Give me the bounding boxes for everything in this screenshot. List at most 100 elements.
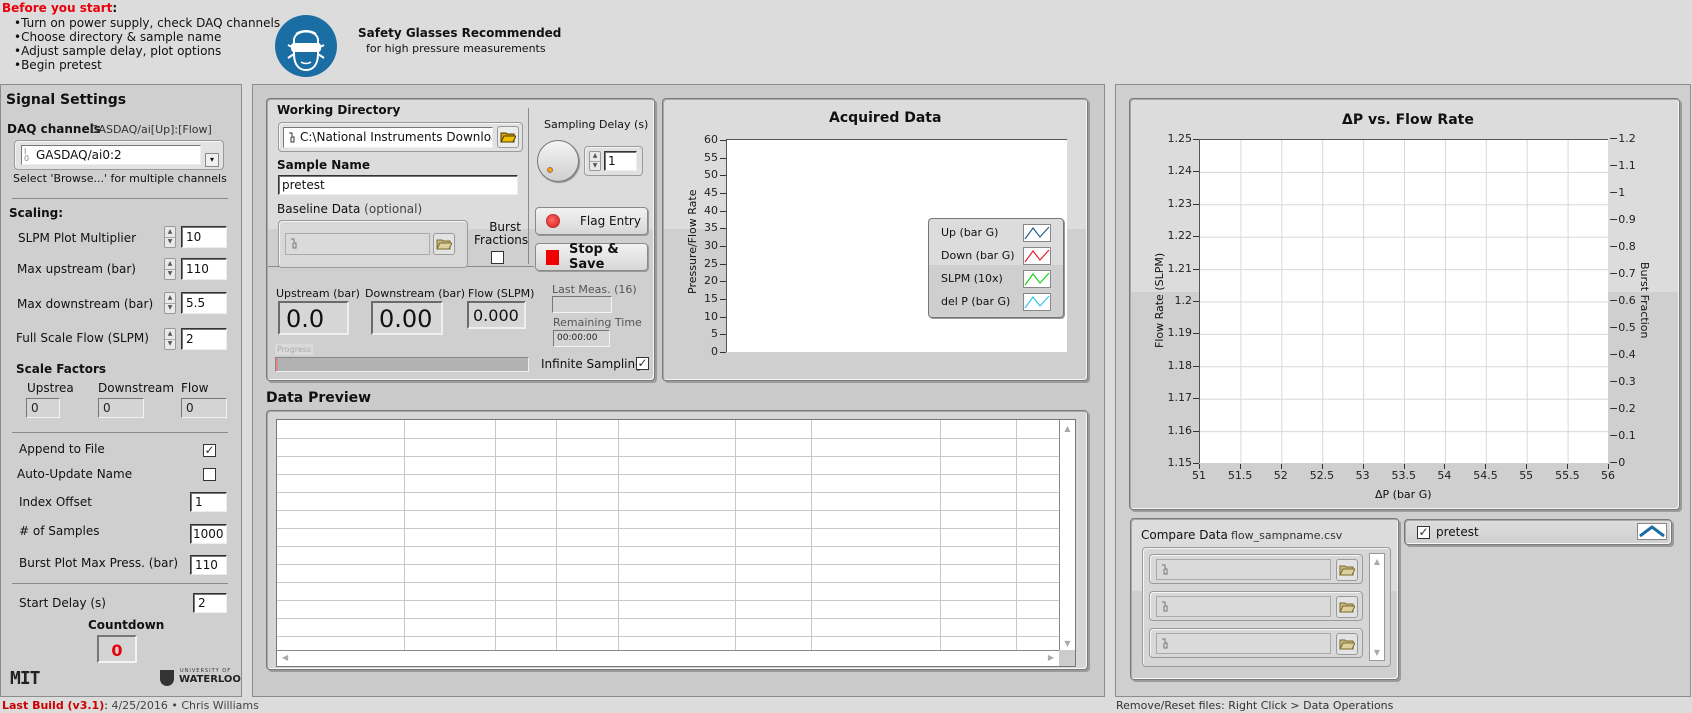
table-cell[interactable] (556, 564, 618, 582)
table-cell[interactable] (495, 510, 556, 528)
table-cell[interactable] (1016, 546, 1059, 564)
table-cell[interactable] (618, 618, 735, 636)
table-cell[interactable] (404, 546, 495, 564)
table-cell[interactable] (811, 492, 940, 510)
compare-scrollbar[interactable]: ▲ ▼ (1369, 553, 1385, 661)
table-cell[interactable] (404, 600, 495, 618)
table-cell[interactable] (811, 438, 940, 456)
table-cell[interactable] (940, 528, 1016, 546)
table-cell[interactable] (618, 474, 735, 492)
table-cell[interactable] (735, 528, 811, 546)
table-cell[interactable] (940, 582, 1016, 600)
scroll-right-icon[interactable]: ▶ (1048, 653, 1054, 662)
full-scale-flow-spinner[interactable]: ▲ ▼ (164, 328, 176, 350)
table-cell[interactable] (495, 546, 556, 564)
legend-item[interactable]: Down (bar G) (929, 247, 1063, 267)
table-cell[interactable] (404, 420, 495, 438)
table-cell[interactable] (404, 456, 495, 474)
table-cell[interactable] (1016, 564, 1059, 582)
table-cell[interactable] (495, 600, 556, 618)
table-cell[interactable] (277, 438, 404, 456)
infinite-sampling-checkbox[interactable]: ✓ (636, 357, 649, 370)
table-cell[interactable] (495, 420, 556, 438)
table-cell[interactable] (940, 492, 1016, 510)
legend-swatch[interactable] (1023, 224, 1051, 242)
data-preview-table[interactable]: ▲ ▼ ◀ ▶ (276, 419, 1076, 667)
table-cell[interactable] (735, 474, 811, 492)
table-cell[interactable] (811, 546, 940, 564)
table-cell[interactable] (811, 474, 940, 492)
table-cell[interactable] (1016, 600, 1059, 618)
index-offset-input[interactable]: 1 (190, 492, 227, 512)
table-cell[interactable] (277, 564, 404, 582)
sampling-delay-spinner[interactable]: ▲ ▼ (589, 151, 601, 171)
table-cell[interactable] (811, 564, 940, 582)
table-cell[interactable] (940, 546, 1016, 564)
table-cell[interactable] (495, 474, 556, 492)
table-cell[interactable] (618, 438, 735, 456)
table-cell[interactable] (735, 582, 811, 600)
table-cell[interactable] (618, 456, 735, 474)
burst-plot-area[interactable] (1199, 139, 1609, 464)
legend-item[interactable]: del P (bar G) (929, 293, 1063, 313)
table-cell[interactable] (735, 510, 811, 528)
table-cell[interactable] (1016, 528, 1059, 546)
flag-entry-button[interactable]: Flag Entry (535, 207, 648, 235)
table-cell[interactable] (556, 546, 618, 564)
table-cell[interactable] (277, 510, 404, 528)
scroll-down-icon[interactable]: ▼ (1060, 639, 1075, 648)
table-cell[interactable] (404, 510, 495, 528)
table-cell[interactable] (1016, 618, 1059, 636)
compare-file-input[interactable] (1156, 559, 1331, 580)
table-cell[interactable] (556, 474, 618, 492)
table-cell[interactable] (1016, 456, 1059, 474)
table-cell[interactable] (735, 600, 811, 618)
table-cell[interactable] (618, 492, 735, 510)
table-cell[interactable] (940, 510, 1016, 528)
table-cell[interactable] (404, 474, 495, 492)
start-delay-input[interactable]: 2 (193, 593, 227, 613)
browse-compare-file-button[interactable] (1336, 596, 1358, 618)
table-cell[interactable] (618, 510, 735, 528)
table-cell[interactable] (811, 528, 940, 546)
legend-swatch[interactable] (1023, 247, 1051, 265)
table-cell[interactable] (404, 564, 495, 582)
table-cell[interactable] (556, 420, 618, 438)
plot-legend-checkbox[interactable]: ✓ (1417, 526, 1430, 539)
table-cell[interactable] (811, 510, 940, 528)
table-cell[interactable] (495, 564, 556, 582)
stop-save-button[interactable]: Stop & Save (535, 242, 648, 272)
data-preview-vscroll[interactable]: ▲ ▼ (1059, 420, 1075, 652)
append-to-file-checkbox[interactable]: ✓ (203, 444, 216, 457)
table-cell[interactable] (735, 420, 811, 438)
table-cell[interactable] (811, 456, 940, 474)
table-cell[interactable] (495, 582, 556, 600)
compare-file-input[interactable] (1156, 596, 1331, 617)
table-cell[interactable] (811, 582, 940, 600)
table-cell[interactable] (556, 618, 618, 636)
baseline-input[interactable] (285, 233, 430, 255)
table-cell[interactable] (735, 456, 811, 474)
table-cell[interactable] (1016, 474, 1059, 492)
table-cell[interactable] (735, 546, 811, 564)
table-cell[interactable] (277, 456, 404, 474)
table-cell[interactable] (277, 474, 404, 492)
daq-dropdown-button[interactable]: ▾ (205, 153, 219, 167)
table-cell[interactable] (556, 438, 618, 456)
table-cell[interactable] (495, 456, 556, 474)
table-cell[interactable] (940, 618, 1016, 636)
sample-name-input[interactable]: pretest (278, 175, 518, 195)
browse-compare-file-button[interactable] (1336, 633, 1358, 655)
legend-swatch[interactable] (1023, 270, 1051, 288)
table-cell[interactable] (1016, 492, 1059, 510)
table-cell[interactable] (556, 582, 618, 600)
table-cell[interactable] (1016, 420, 1059, 438)
full-scale-flow-input[interactable]: 2 (181, 328, 227, 350)
legend-swatch[interactable] (1023, 293, 1051, 311)
table-cell[interactable] (277, 600, 404, 618)
slpm-multiplier-spinner[interactable]: ▲ ▼ (164, 226, 176, 248)
sampling-delay-input[interactable]: 1 (604, 151, 637, 171)
scroll-down-icon[interactable]: ▼ (1370, 648, 1384, 657)
slpm-multiplier-input[interactable]: 10 (181, 226, 227, 248)
sampling-delay-knob[interactable] (537, 140, 579, 182)
